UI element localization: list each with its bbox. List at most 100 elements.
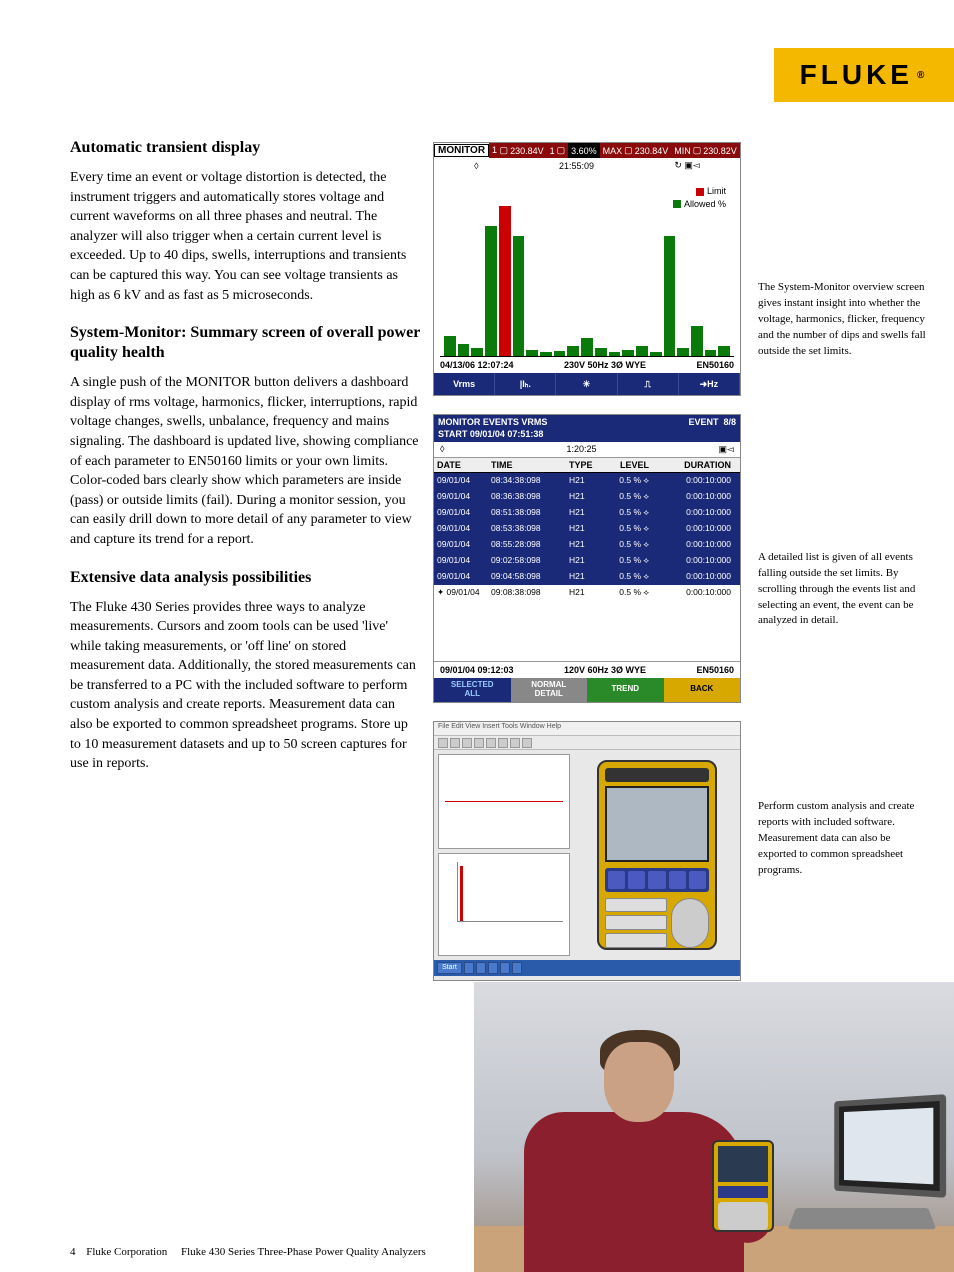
- screenshot-events-list: MONITOR EVENTS VRMSSTART 09/01/04 07:51:…: [433, 414, 741, 703]
- heading-transient: Automatic transient display: [70, 138, 420, 158]
- instrument-image: [597, 760, 717, 950]
- table-row[interactable]: 09/01/0409:02:58:098H210.5 % ⟡0:00:10:00…: [434, 553, 740, 569]
- events-rows: 09/01/0408:34:38:098H210.5 % ⟡0:00:10:00…: [434, 473, 740, 600]
- figures-column: MONITOR 1 ▢ 230.84V 1 ▢ 3.60% MAX▢ 230.8…: [433, 142, 743, 999]
- tab-trend[interactable]: TREND: [587, 678, 664, 702]
- instrument-top: [605, 768, 709, 782]
- th-type: TYPE: [566, 458, 602, 472]
- chart-bar: [540, 352, 552, 356]
- chart-bar: [622, 350, 634, 356]
- table-row[interactable]: 09/01/0408:51:38:098H210.5 % ⟡0:00:10:00…: [434, 505, 740, 521]
- para-analysis: The Fluke 430 Series provides three ways…: [70, 598, 420, 774]
- toolbar-button[interactable]: [498, 738, 508, 748]
- taskbar-item[interactable]: [464, 962, 474, 974]
- events-header: MONITOR EVENTS VRMSSTART 09/01/04 07:51:…: [434, 415, 740, 442]
- monitor-bar-chart: Limit Allowed %: [440, 177, 734, 357]
- reading-2: 1 ▢: [547, 143, 569, 158]
- reading-1: 1 ▢ 230.84V: [489, 143, 547, 158]
- table-row[interactable]: 09/01/0408:36:38:098H210.5 % ⟡0:00:10:00…: [434, 489, 740, 505]
- instrument-softkeys: [605, 868, 709, 892]
- product-photo: [474, 982, 954, 1272]
- main-column: Automatic transient display Every time a…: [70, 138, 420, 792]
- table-row[interactable]: 09/01/0408:55:28:098H210.5 % ⟡0:00:10:00…: [434, 537, 740, 553]
- footer-title: Fluke 430 Series Three-Phase Power Quali…: [181, 1246, 426, 1258]
- start-button[interactable]: Start: [437, 962, 462, 974]
- th-date: DATE: [434, 458, 488, 472]
- footer-datetime: 04/13/06 12:07:24: [440, 360, 514, 370]
- toolbar-button[interactable]: [450, 738, 460, 748]
- tab-dips[interactable]: ⎍: [618, 373, 679, 395]
- monitor-footer: 04/13/06 12:07:24 230V 50Hz 3Ø WYE EN501…: [434, 357, 740, 373]
- chart-bar: [444, 336, 456, 356]
- tab-harmonics[interactable]: |Iₕ.: [495, 373, 556, 395]
- events-table-header: DATE TIME TYPE LEVEL DURATION: [434, 458, 740, 473]
- app-menubar[interactable]: File Edit View Insert Tools Window Help: [434, 722, 740, 736]
- tab-selected-all[interactable]: SELECTEDALL: [434, 678, 511, 702]
- chart-bar: [526, 350, 538, 356]
- table-row[interactable]: 09/01/0408:53:38:098H210.5 % ⟡0:00:10:00…: [434, 521, 740, 537]
- toolbar-button[interactable]: [462, 738, 472, 748]
- software-panels: [434, 750, 574, 960]
- tab-normal-detail[interactable]: NORMALDETAIL: [511, 678, 588, 702]
- handheld-analyzer: [712, 1140, 774, 1232]
- chart-bar: [499, 206, 511, 356]
- captions-column: The System-Monitor overview screen gives…: [758, 280, 928, 1069]
- footer-standard: EN50160: [696, 360, 734, 370]
- reading-min: MIN▢ 230.82V: [671, 143, 740, 158]
- th-time: TIME: [488, 458, 566, 472]
- heading-analysis: Extensive data analysis possibilities: [70, 568, 420, 588]
- tab-flicker[interactable]: ✳: [556, 373, 617, 395]
- table-row[interactable]: 09/01/0409:04:58:098H210.5 % ⟡0:00:10:00…: [434, 569, 740, 585]
- caption-3: Perform custom analysis and create repor…: [758, 799, 928, 879]
- taskbar[interactable]: Start: [434, 960, 740, 976]
- chart-bar: [677, 348, 689, 356]
- chart-bar: [664, 236, 676, 356]
- screenshot-pc-software: File Edit View Insert Tools Window Help: [433, 721, 741, 981]
- chart-bar: [513, 236, 525, 356]
- toolbar-button[interactable]: [474, 738, 484, 748]
- chart-bar: [554, 351, 566, 356]
- person: [504, 1012, 744, 1272]
- taskbar-item[interactable]: [488, 962, 498, 974]
- chart-bar: [636, 346, 648, 356]
- chart-bar: [567, 346, 579, 356]
- instrument-screen: [605, 786, 709, 862]
- taskbar-item[interactable]: [500, 962, 510, 974]
- app-toolbar[interactable]: [434, 736, 740, 750]
- chart-bar: [581, 338, 593, 356]
- waveform-panel[interactable]: [438, 754, 570, 849]
- tab-back[interactable]: BACK: [664, 678, 741, 702]
- page-footer: 4 Fluke Corporation Fluke 430 Series Thr…: [70, 1246, 426, 1258]
- tab-vrms[interactable]: Vrms: [434, 373, 495, 395]
- table-row[interactable]: 09/01/0408:34:38:098H210.5 % ⟡0:00:10:00…: [434, 473, 740, 489]
- monitor-tabs: Vrms |Iₕ. ✳ ⎍ ➜Hz: [434, 373, 740, 395]
- laptop: [786, 1098, 946, 1238]
- monitor-header: MONITOR 1 ▢ 230.84V 1 ▢ 3.60% MAX▢ 230.8…: [434, 143, 740, 158]
- table-row[interactable]: ✦ 09/01/0409:08:38:098H210.5 % ⟡0:00:10:…: [434, 585, 740, 601]
- tab-freq[interactable]: ➜Hz: [679, 373, 740, 395]
- chart-bar: [718, 346, 730, 356]
- device-window: [574, 750, 740, 960]
- events-empty-area: [434, 601, 740, 661]
- events-tabs: SELECTEDALL NORMALDETAIL TREND BACK: [434, 678, 740, 702]
- th-level: LEVEL: [602, 458, 652, 472]
- toolbar-button[interactable]: [438, 738, 448, 748]
- chart-bar: [609, 352, 621, 356]
- taskbar-item[interactable]: [512, 962, 522, 974]
- monitor-timebar: ◊21:55:09↻ ▣◅: [434, 158, 740, 173]
- caption-2: A detailed list is given of all events f…: [758, 550, 928, 630]
- toolbar-button[interactable]: [486, 738, 496, 748]
- caption-1: The System-Monitor overview screen gives…: [758, 280, 928, 360]
- chart-bar: [595, 348, 607, 356]
- reading-max: MAX▢ 230.84V: [600, 143, 672, 158]
- chart-bar: [705, 350, 717, 356]
- toolbar-button[interactable]: [510, 738, 520, 748]
- page-number: 4: [70, 1246, 76, 1258]
- taskbar-item[interactable]: [476, 962, 486, 974]
- para-monitor: A single push of the MONITOR button deli…: [70, 373, 420, 549]
- instrument-keypad: [605, 898, 709, 948]
- spectrum-panel[interactable]: [438, 853, 570, 956]
- toolbar-button[interactable]: [522, 738, 532, 748]
- footer-corp: Fluke Corporation: [86, 1246, 167, 1258]
- footer-config: 230V 50Hz 3Ø WYE: [564, 360, 646, 370]
